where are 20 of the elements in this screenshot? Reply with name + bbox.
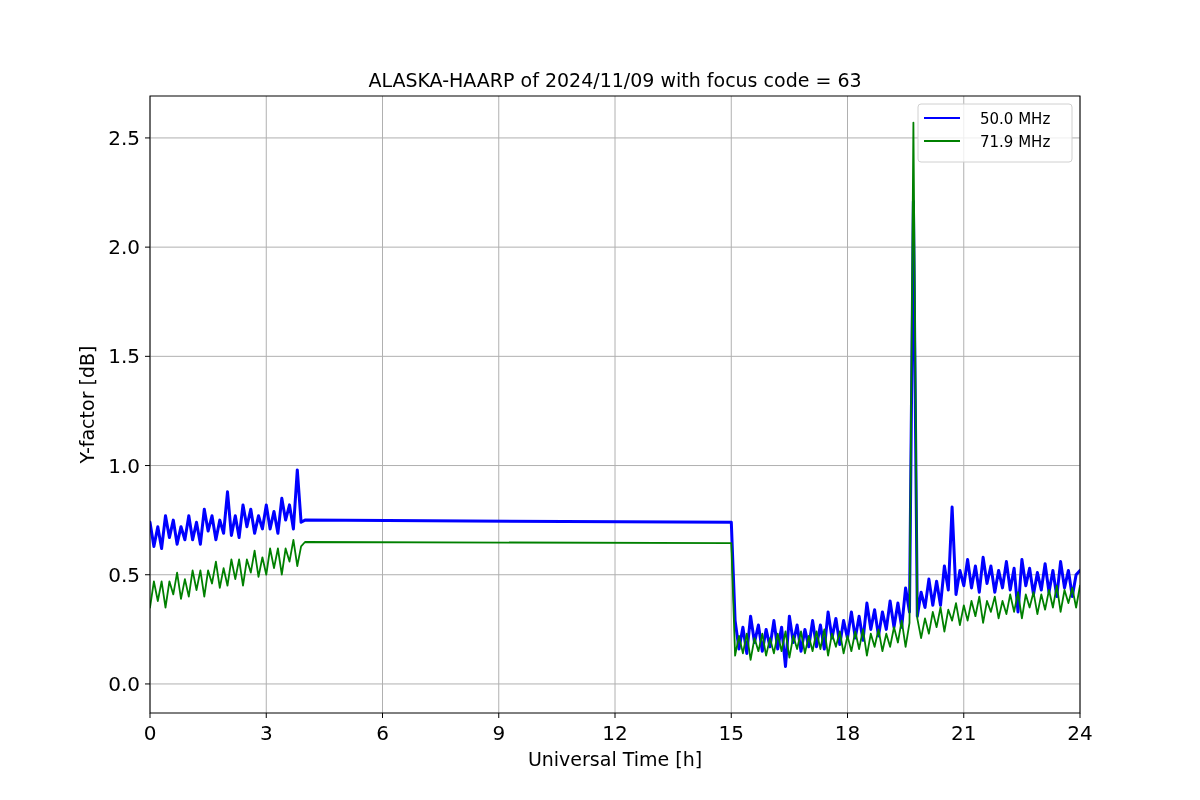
tick-label: 0.0 <box>108 671 140 696</box>
tick-label: 1.0 <box>108 453 140 478</box>
tick-label: 2.0 <box>108 235 140 260</box>
tick-label: 21 <box>951 721 977 745</box>
tick-label: 24 <box>1067 721 1093 745</box>
tick-label: 18 <box>834 721 861 745</box>
tick-label: 3 <box>259 721 273 745</box>
tick-label: 0.5 <box>108 562 140 587</box>
tick-label: 9 <box>492 721 506 745</box>
chart-title: ALASKA-HAARP of 2024/11/09 with focus code = 63 <box>368 69 862 91</box>
axis-label: Universal Time [h] <box>527 748 703 770</box>
tick-label: 1.5 <box>108 344 140 369</box>
tick-label: 6 <box>376 721 389 745</box>
tick-label: 0 <box>143 721 157 745</box>
tick-label: 12 <box>602 721 628 745</box>
legend-label: 50.0 MHz <box>980 110 1051 128</box>
legend-label: 71.9 MHz <box>980 133 1051 151</box>
tick-label: 2.5 <box>108 125 140 150</box>
axis-label: Y-factor [dB] <box>76 345 98 464</box>
tick-label: 15 <box>718 721 744 745</box>
